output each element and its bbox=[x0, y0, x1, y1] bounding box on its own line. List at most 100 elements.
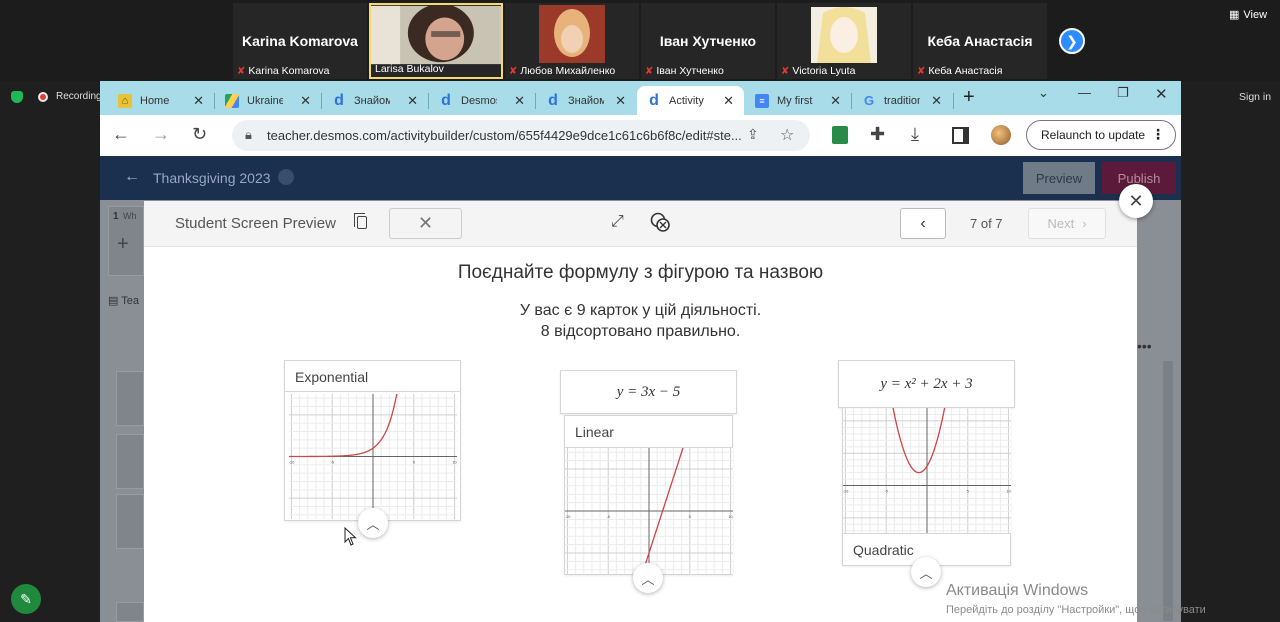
view-button[interactable]: ▦ View bbox=[1229, 8, 1267, 22]
settings-icon[interactable] bbox=[278, 169, 294, 185]
close-tab-icon[interactable]: ✕ bbox=[300, 93, 311, 109]
back-arrow-icon[interactable]: ← bbox=[124, 168, 140, 186]
tab-search-icon[interactable]: ⌄ bbox=[1038, 85, 1049, 101]
extension-icon[interactable] bbox=[832, 126, 848, 144]
windows-activation-title: Активація Windows bbox=[946, 582, 1089, 599]
more-options-icon[interactable]: ••• bbox=[1137, 338, 1152, 354]
tab-tradition[interactable]: G tradition ✕ bbox=[852, 86, 952, 115]
side-panel-icon[interactable] bbox=[952, 127, 969, 144]
close-tab-icon[interactable]: ✕ bbox=[830, 93, 841, 109]
new-tab-button[interactable]: + bbox=[963, 86, 975, 109]
tab-label: Home bbox=[140, 94, 170, 107]
hide-answers-icon[interactable] bbox=[649, 211, 671, 233]
screen-number: 1 bbox=[113, 211, 119, 222]
mic-muted-icon: ✘ bbox=[781, 65, 790, 77]
activity-title: Thanksgiving 2023 bbox=[153, 170, 271, 186]
close-modal-button[interactable]: ✕ bbox=[1119, 184, 1153, 218]
screen-thumbnail[interactable]: 1 Wh + bbox=[108, 206, 144, 276]
collapse-group-button[interactable]: ︿ bbox=[633, 563, 663, 593]
close-tab-icon[interactable]: ✕ bbox=[723, 93, 734, 109]
formula-card[interactable]: y = x² + 2x + 3 bbox=[838, 360, 1015, 408]
zoom-status-bar: Recording ✎ bbox=[0, 81, 102, 622]
reload-icon[interactable]: ↻ bbox=[192, 124, 207, 145]
tab-label: My first bbox=[777, 94, 813, 107]
annotate-pen-button[interactable]: ✎ bbox=[11, 584, 41, 614]
quadratic-graph: -10 -5 5 10 bbox=[843, 408, 1011, 534]
teacher-tab[interactable]: ▤ Tea bbox=[108, 294, 144, 320]
tab-activity[interactable]: d Activity ✕ bbox=[637, 86, 744, 115]
notes-icon: ▤ bbox=[108, 295, 119, 307]
recording-icon bbox=[38, 92, 48, 102]
close-tab-icon[interactable]: ✕ bbox=[407, 93, 418, 109]
extensions-puzzle-icon[interactable]: ✚ bbox=[870, 124, 885, 145]
tab-label: Desmos bbox=[461, 94, 497, 107]
menu-dots-icon[interactable]: ⋮ bbox=[1151, 126, 1165, 143]
next-screen-button[interactable]: Next › bbox=[1028, 208, 1106, 239]
participant-tile[interactable]: Karina Komarova ✘ Karina Komarova bbox=[233, 3, 367, 79]
graph-card[interactable]: -10 -5 5 10 bbox=[564, 447, 733, 575]
close-tab-icon[interactable]: ✕ bbox=[931, 93, 942, 109]
participant-big-name: Karina Komarova bbox=[242, 33, 358, 49]
participant-tile[interactable]: ✘ Victoria Lyuta bbox=[777, 3, 911, 79]
mic-muted-icon: ✘ bbox=[917, 65, 926, 77]
previous-screen-button[interactable]: ‹ bbox=[900, 208, 946, 239]
scrollbar[interactable] bbox=[1163, 361, 1173, 621]
browser-toolbar: ← → ↻ 🔒︎ teacher.desmos.com/activitybuil… bbox=[100, 115, 1181, 156]
collapse-group-button[interactable]: ︿ bbox=[911, 557, 941, 587]
minimize-icon[interactable]: — bbox=[1078, 85, 1091, 100]
share-icon[interactable]: ⇪ bbox=[747, 126, 759, 143]
download-icon[interactable]: ⤓ bbox=[911, 124, 919, 145]
close-tab-icon[interactable]: ✕ bbox=[615, 93, 626, 109]
next-participants-button[interactable]: ❯ bbox=[1059, 28, 1085, 54]
participant-tile[interactable]: Іван Хутченко ✘ Іван Хутченко bbox=[641, 3, 775, 79]
participant-video bbox=[371, 5, 501, 65]
docs-icon: ≡ bbox=[755, 93, 769, 108]
participant-tile[interactable]: ✘ Любов Михайленко bbox=[505, 3, 639, 79]
participant-tile[interactable]: Кеба Анастасія ✘ Кеба Анастасія bbox=[913, 3, 1047, 79]
participant-big-name: Іван Хутченко bbox=[659, 33, 757, 49]
tick-label: -10 bbox=[289, 460, 295, 465]
preview-button[interactable]: Preview bbox=[1023, 162, 1095, 194]
formula-text: y = 3x − 5 bbox=[616, 383, 681, 400]
address-bar[interactable]: 🔒︎ teacher.desmos.com/activitybuilder/cu… bbox=[232, 120, 810, 151]
name-card[interactable]: Linear bbox=[564, 415, 733, 448]
participant-label: Victoria Lyuta bbox=[792, 65, 856, 77]
next-label: Next bbox=[1047, 216, 1075, 231]
sign-in-link[interactable]: Sign in bbox=[1239, 91, 1271, 103]
participant-label: Кеба Анастасія bbox=[928, 65, 1003, 77]
name-card[interactable]: Exponential bbox=[284, 360, 461, 393]
tab-desmos[interactable]: d Desmos ✕ bbox=[429, 86, 535, 115]
tick-label: -10 bbox=[565, 514, 571, 519]
tab-label: Activity bbox=[669, 94, 704, 107]
site-info-icon[interactable]: 🔒︎ bbox=[245, 127, 252, 143]
forward-icon[interactable]: → bbox=[152, 124, 170, 145]
close-window-icon[interactable]: ✕ bbox=[1155, 85, 1168, 103]
profile-avatar[interactable] bbox=[991, 125, 1011, 145]
formula-card[interactable]: y = 3x − 5 bbox=[560, 370, 737, 414]
modal-header: Student Screen Preview ✕ ⤢ ‹ 7 of 7 Next… bbox=[144, 201, 1137, 247]
bookmark-star-icon[interactable]: ☆ bbox=[780, 125, 794, 145]
restore-icon[interactable]: ❐ bbox=[1117, 85, 1129, 101]
tab-znaiom-1[interactable]: d Знайом ✕ bbox=[322, 86, 428, 115]
graph-card[interactable]: -10 -5 5 10 bbox=[842, 407, 1011, 534]
close-tab-icon[interactable]: ✕ bbox=[514, 93, 525, 109]
close-tab-icon[interactable]: ✕ bbox=[193, 93, 204, 109]
expand-icon[interactable]: ⤢ bbox=[611, 213, 624, 231]
tab-znaiom-2[interactable]: d Знайом ✕ bbox=[536, 86, 636, 115]
clear-button[interactable]: ✕ bbox=[389, 208, 462, 239]
graph-card[interactable]: -10 -5 5 10 bbox=[284, 391, 461, 521]
relaunch-button[interactable]: Relaunch to update ⋮ bbox=[1026, 120, 1176, 150]
card-label: Exponential bbox=[295, 369, 369, 385]
tab-home[interactable]: ⌂ Home ✕ bbox=[108, 86, 214, 115]
tab-my-first[interactable]: ≡ My first ✕ bbox=[745, 86, 851, 115]
url-text[interactable]: teacher.desmos.com/activitybuilder/custo… bbox=[267, 128, 742, 143]
drive-icon bbox=[225, 93, 239, 108]
card-count-text: У вас є 9 карток у цій діяльності. bbox=[519, 302, 762, 319]
right-margin bbox=[1181, 81, 1280, 622]
back-icon[interactable]: ← bbox=[112, 124, 130, 145]
participant-tile-active[interactable]: Larisa Bukalov bbox=[369, 3, 503, 79]
copy-icon[interactable] bbox=[354, 213, 367, 229]
desmos-icon: d bbox=[649, 91, 659, 109]
tab-ukraine[interactable]: Ukraine ✕ bbox=[215, 86, 321, 115]
collapse-group-button[interactable]: ︿ bbox=[358, 508, 388, 538]
